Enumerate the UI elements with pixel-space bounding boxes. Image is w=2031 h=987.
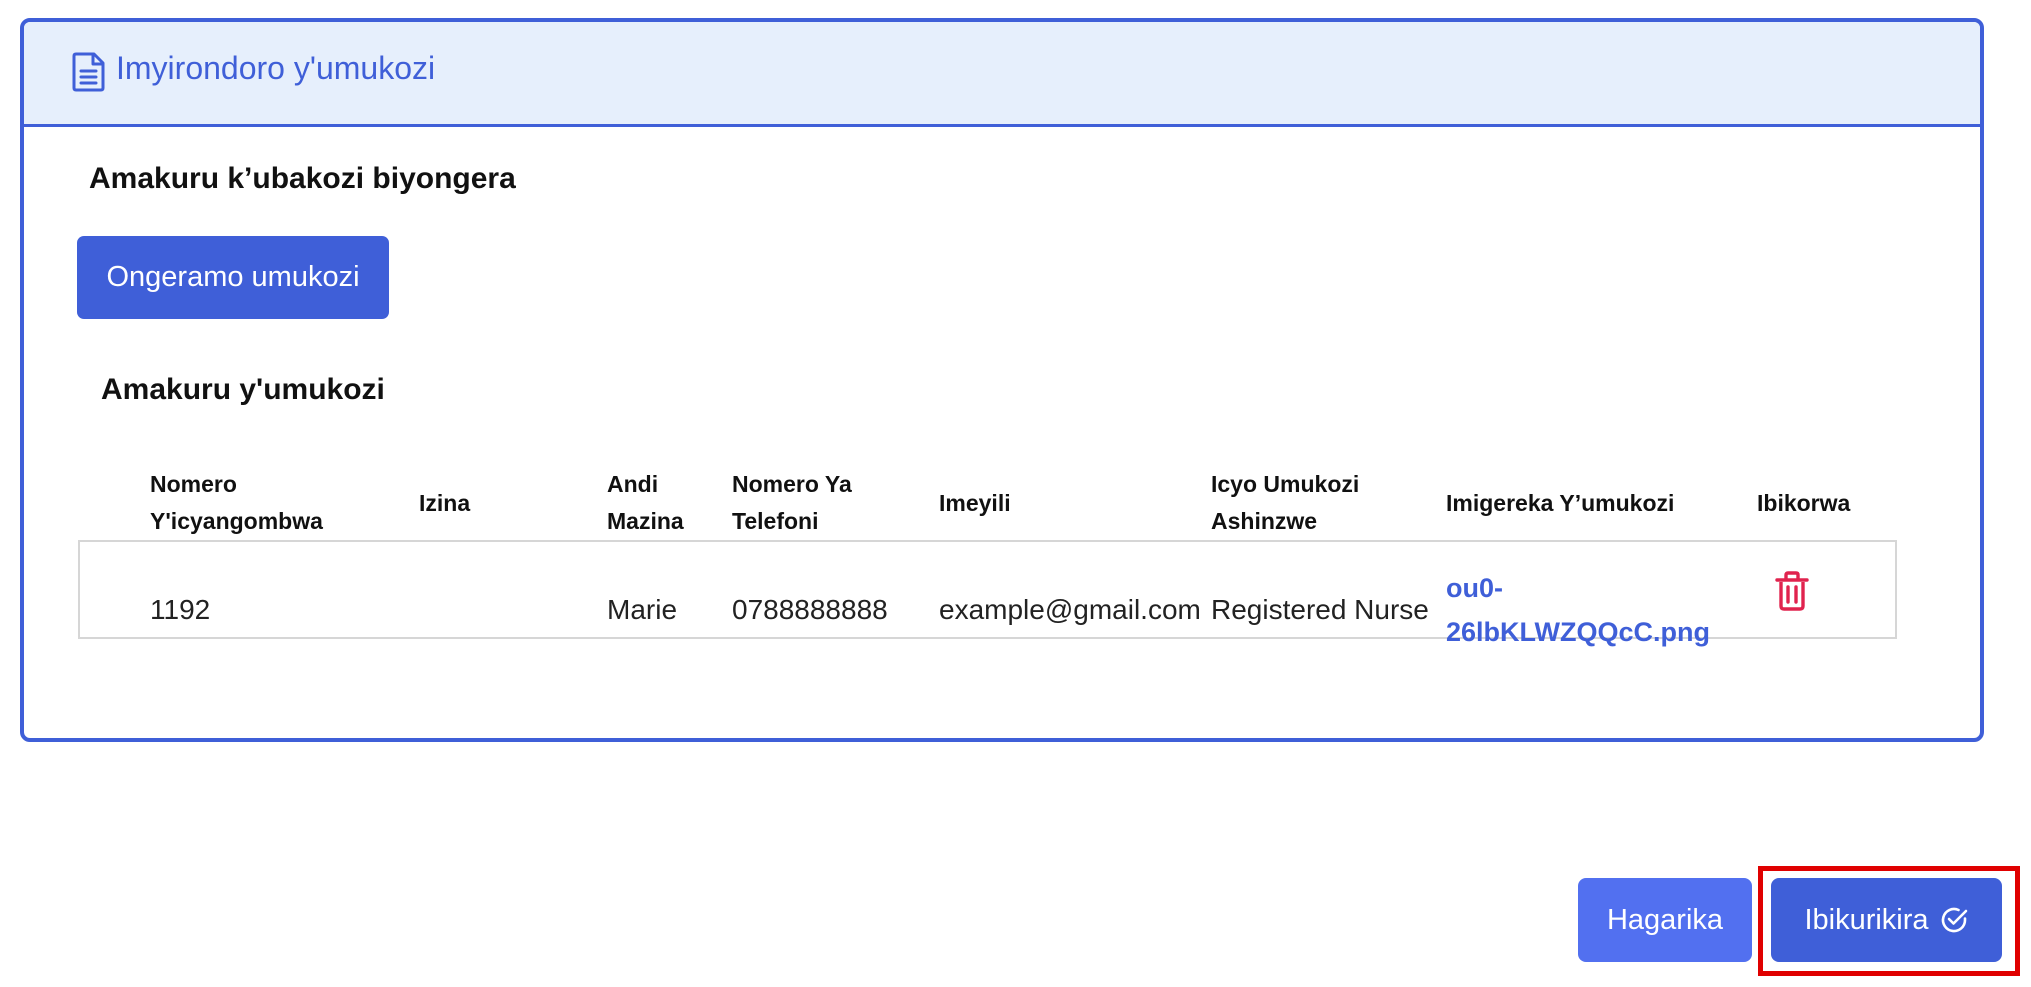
page: Imyirondoro y'umukozi Amakuru k’ubakozi … <box>0 0 2031 987</box>
card-title: Imyirondoro y'umukozi <box>116 50 436 86</box>
cell-id-number: 1192 <box>150 594 211 625</box>
next-button[interactable]: Ibikurikira <box>1771 878 2002 962</box>
cancel-button[interactable]: Hagarika <box>1578 878 1752 962</box>
column-header-phone: Nomero Ya Telefoni <box>732 471 852 534</box>
cell-phone: 0788888888 <box>732 594 888 625</box>
column-header-role: Icyo Umukozi Ashinzwe <box>1211 471 1360 534</box>
column-header-other-names: Andi Mazina <box>607 471 684 534</box>
next-button-label: Ibikurikira <box>1804 903 1929 936</box>
check-circle-icon <box>1941 907 1967 933</box>
column-header-id-number: Nomero Y'icyangombwa <box>150 471 323 534</box>
column-header-attachments: Imigereka Y’umukozi <box>1446 490 1675 516</box>
add-employee-button[interactable]: Ongeramo umukozi <box>77 236 389 319</box>
cell-other-names: Marie <box>607 594 678 625</box>
card-header: Imyirondoro y'umukozi <box>24 22 1980 127</box>
column-header-email: Imeyili <box>939 490 1011 516</box>
document-icon <box>72 52 105 92</box>
trash-icon[interactable] <box>1774 571 1810 611</box>
column-header-actions: Ibikorwa <box>1757 490 1851 516</box>
attachment-link[interactable]: ou0- 26lbKLWZQQcC.png <box>1446 566 1710 654</box>
employee-info-heading: Amakuru y'umukozi <box>101 373 385 406</box>
cell-email: example@gmail.com <box>939 594 1201 625</box>
column-header-first-name: Izina <box>419 490 471 516</box>
cell-role: Registered Nurse <box>1211 594 1429 625</box>
additional-employees-heading: Amakuru k’ubakozi biyongera <box>89 162 516 195</box>
